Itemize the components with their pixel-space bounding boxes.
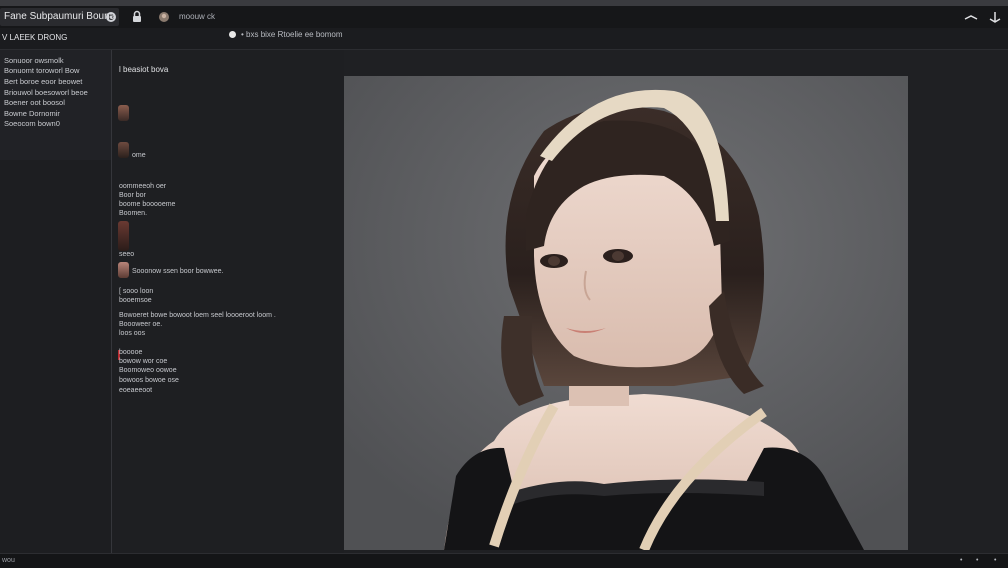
layer-thumbnail[interactable] <box>118 105 129 121</box>
sidebar-item[interactable]: Briouwol boesoworl beoe <box>4 88 88 98</box>
image-canvas[interactable] <box>344 76 908 550</box>
layer-text: Sooonow ssen boor bowwee. <box>132 268 224 275</box>
left-sidebar: Sonuoor owsmolk Bonuomt toroworl Bow Ber… <box>0 50 112 161</box>
layer-thumbnail[interactable] <box>118 262 129 278</box>
sidebar-item[interactable]: Boener oot boosol <box>4 98 65 108</box>
sidebar-header[interactable]: V LAEEK DRONG <box>2 31 67 45</box>
secondary-toolbar: V LAEEK DRONG <box>0 28 1008 50</box>
prompt-text[interactable]: • bxs bixe Rtoelie ee bomom <box>241 28 343 42</box>
menu-label[interactable]: moouw ck <box>179 10 215 24</box>
status-left: wou <box>2 557 15 564</box>
app-title: Fane Subpaumuri Bouna <box>0 8 120 26</box>
layer-text: bowoos bowoe ose <box>119 377 179 384</box>
layer-text: [ sooo loon <box>119 288 154 295</box>
layers-panel: l beasiot bova ome oommeeoh oer Boor bor… <box>112 50 344 553</box>
layer-text: seeo <box>119 251 135 258</box>
left-sidebar-empty <box>0 160 112 553</box>
layer-text: Boor bor <box>119 192 146 199</box>
layer-text: bowow wor coe <box>119 358 168 365</box>
status-indicator-icon[interactable]: • <box>960 555 962 567</box>
status-dot-icon <box>229 31 236 38</box>
status-indicator-icon[interactable]: • <box>994 555 996 567</box>
settings-icon[interactable] <box>104 10 118 24</box>
layer-text: Boomen. <box>119 210 148 217</box>
sidebar-item[interactable]: Bert boroe eoor beowet <box>4 77 82 87</box>
layer-text: Boooweer oe. <box>119 321 163 328</box>
layer-thumbnail[interactable] <box>118 142 129 158</box>
layer-text: booooe <box>119 349 143 356</box>
layer-text: oommeeoh oer <box>119 183 167 190</box>
lock-icon[interactable] <box>130 10 144 24</box>
sidebar-item[interactable]: Sonuoor owsmolk <box>4 56 64 66</box>
layer-text: ome <box>132 152 146 159</box>
layer-text: Bowoeret bowe bowoot loem seel loooeroot… <box>119 312 276 319</box>
layer-text: eoeaeeoot <box>119 387 153 394</box>
sidebar-item[interactable]: Bowne Dornomir <box>4 109 60 119</box>
layer-text: boome booooeme <box>119 201 176 208</box>
layer-text: booemsoe <box>119 297 152 304</box>
avatar-icon[interactable] <box>157 10 171 24</box>
sidebar-item[interactable]: Soeocom bown0 <box>4 119 60 129</box>
top-toolbar: Fane Subpaumuri Bouna moouw ck <box>0 6 1008 29</box>
status-indicator-icon[interactable]: • <box>976 555 978 567</box>
layer-text: loos oos <box>119 330 146 337</box>
collapse-icon[interactable] <box>964 10 978 24</box>
status-bar: wou • • • <box>0 553 1008 568</box>
layers-heading: l beasiot bova <box>119 65 169 74</box>
portrait-image <box>344 76 908 550</box>
expand-icon[interactable] <box>988 10 1002 24</box>
layer-text: Boomoweo oowoe <box>119 367 177 374</box>
sidebar-item[interactable]: Bonuomt toroworl Bow <box>4 66 79 76</box>
layer-thumbnail[interactable] <box>118 221 129 251</box>
